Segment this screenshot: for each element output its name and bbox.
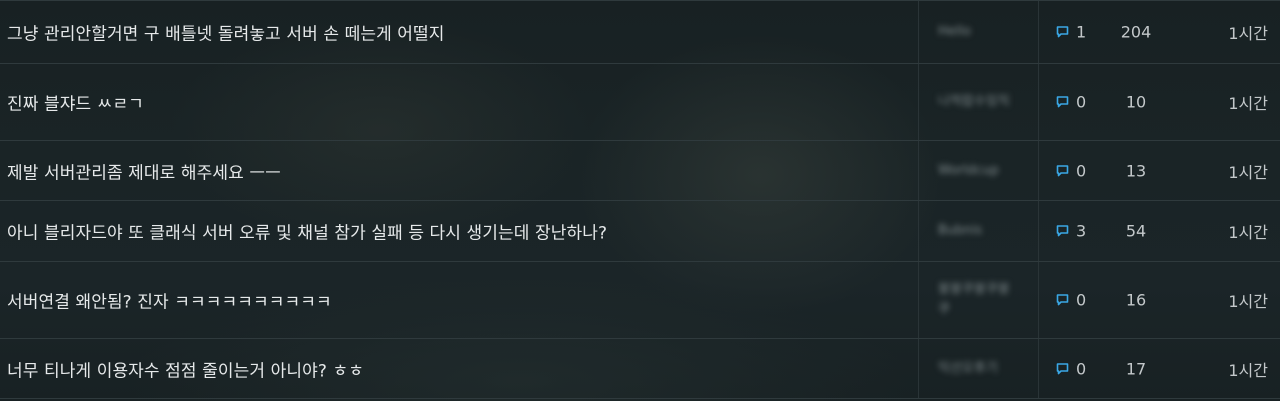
speech-bubble-icon: [1056, 96, 1069, 108]
column-divider: [1038, 1, 1039, 63]
last-activity-time[interactable]: 1시간: [1228, 159, 1268, 183]
view-count: 17: [1125, 359, 1147, 378]
view-count: 204: [1120, 22, 1152, 42]
view-count: 54: [1125, 221, 1147, 241]
topic-author[interactable]: 나적랍수잉직: [938, 92, 1018, 112]
topic-title-link[interactable]: 아니 블리자드야 또 클래식 서버 오류 및 채널 참가 실패 등 다시 생기는…: [7, 219, 907, 244]
last-activity-time[interactable]: 1시간: [1228, 219, 1268, 243]
view-count: 13: [1125, 161, 1147, 180]
reply-count-value: 0: [1076, 290, 1087, 310]
reply-count: 0: [1056, 359, 1086, 378]
column-divider: [918, 201, 919, 261]
column-divider: [918, 339, 919, 398]
reply-count-value: 0: [1076, 92, 1087, 112]
topic-row[interactable]: 그냥 관리안할거면 구 배틀넷 돌려놓고 서버 손 떼는게 어떨지 Hello …: [0, 0, 1280, 64]
reply-count: 1: [1056, 23, 1086, 42]
topic-row[interactable]: 진짜 블쟈드 ㅆㄹㄱ 나적랍수잉직 0 10 1시간: [0, 64, 1280, 141]
last-activity-time[interactable]: 1시간: [1228, 90, 1268, 114]
reply-count: 0: [1056, 291, 1086, 310]
topic-author[interactable]: Hello: [938, 22, 1034, 42]
speech-bubble-icon: [1056, 362, 1069, 374]
column-divider: [1038, 262, 1039, 338]
last-activity-time[interactable]: 1시간: [1228, 357, 1268, 381]
column-divider: [918, 1, 919, 63]
column-divider: [918, 64, 919, 140]
topic-list: 그냥 관리안할거면 구 배틀넷 돌려놓고 서버 손 떼는게 어떨지 Hello …: [0, 0, 1280, 401]
topic-author[interactable]: 붕붕쿠붕쿠붕쿠: [938, 280, 1018, 320]
topic-title-link[interactable]: 너무 티나게 이용자수 점점 줄이는거 아니야? ㅎㅎ: [7, 356, 907, 381]
speech-bubble-icon: [1056, 164, 1069, 176]
reply-count: 3: [1056, 222, 1086, 241]
topic-title-link[interactable]: 그냥 관리안할거면 구 배틀넷 돌려놓고 서버 손 떼는게 어떨지: [7, 20, 907, 45]
speech-bubble-icon: [1056, 225, 1069, 237]
speech-bubble-icon: [1056, 294, 1069, 306]
topic-author[interactable]: Worldcup: [938, 161, 1034, 181]
topic-row[interactable]: 제발 서버관리좀 제대로 해주세요 ㅡㅡ Worldcup 0 13 1시간: [0, 141, 1280, 201]
column-divider: [918, 262, 919, 338]
topic-author[interactable]: Bubnis: [938, 221, 1034, 241]
topic-author[interactable]: 익선오후기: [938, 359, 1034, 379]
column-divider: [1038, 201, 1039, 261]
view-count: 10: [1125, 92, 1147, 112]
column-divider: [1038, 64, 1039, 140]
topic-title-link[interactable]: 제발 서버관리좀 제대로 해주세요 ㅡㅡ: [7, 158, 907, 183]
column-divider: [918, 141, 919, 200]
column-divider: [1038, 339, 1039, 398]
topic-row[interactable]: 너무 티나게 이용자수 점점 줄이는거 아니야? ㅎㅎ 익선오후기 0 17 1…: [0, 339, 1280, 399]
reply-count-value: 0: [1076, 161, 1087, 180]
view-count: 16: [1125, 290, 1147, 310]
topic-title-link[interactable]: 진짜 블쟈드 ㅆㄹㄱ: [7, 90, 907, 115]
last-activity-time[interactable]: 1시간: [1228, 288, 1268, 312]
speech-bubble-icon: [1056, 26, 1069, 38]
reply-count: 0: [1056, 161, 1086, 180]
reply-count-value: 0: [1076, 359, 1087, 378]
topic-row[interactable]: 서버연결 왜안됨? 진자 ㅋㅋㅋㅋㅋㅋㅋㅋㅋㅋ 붕붕쿠붕쿠붕쿠 0 16 1시간: [0, 262, 1280, 339]
reply-count-value: 3: [1076, 221, 1087, 241]
column-divider: [1038, 141, 1039, 200]
last-activity-time[interactable]: 1시간: [1228, 20, 1268, 44]
topic-row[interactable]: 아니 블리자드야 또 클래식 서버 오류 및 채널 참가 실패 등 다시 생기는…: [0, 201, 1280, 262]
reply-count-value: 1: [1076, 22, 1087, 42]
topic-title-link[interactable]: 서버연결 왜안됨? 진자 ㅋㅋㅋㅋㅋㅋㅋㅋㅋㅋ: [7, 288, 907, 313]
reply-count: 0: [1056, 93, 1086, 112]
